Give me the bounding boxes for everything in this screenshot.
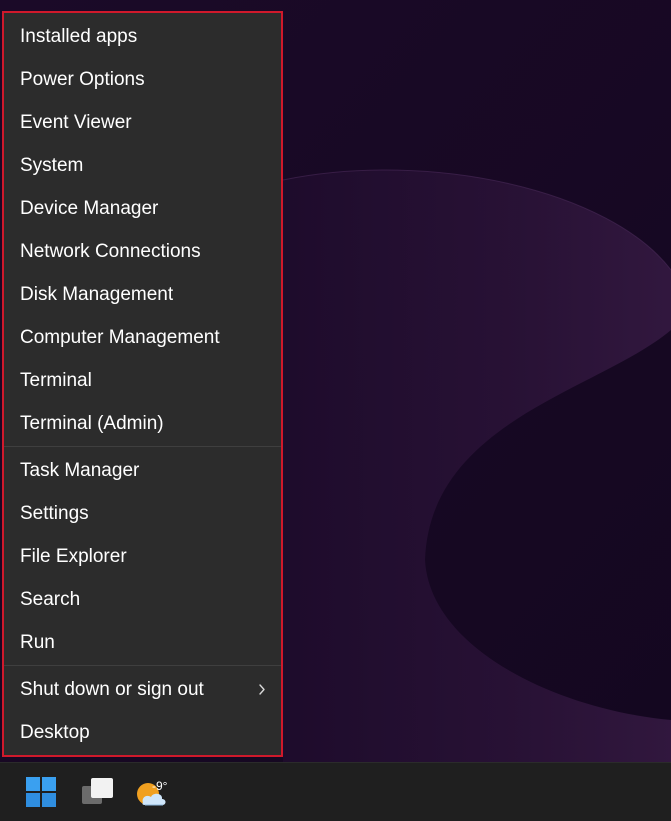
menu-item-disk-management[interactable]: Disk Management bbox=[4, 273, 281, 316]
menu-item-desktop[interactable]: Desktop bbox=[4, 711, 281, 754]
task-view-button[interactable] bbox=[77, 772, 117, 812]
desktop: Installed apps Power Options Event Viewe… bbox=[0, 0, 671, 821]
windows-logo-icon bbox=[21, 777, 61, 816]
menu-item-label: Shut down or sign out bbox=[20, 679, 204, 700]
menu-item-network-connections[interactable]: Network Connections bbox=[4, 230, 281, 273]
menu-item-terminal-admin[interactable]: Terminal (Admin) bbox=[4, 402, 281, 445]
menu-item-settings[interactable]: Settings bbox=[4, 492, 281, 535]
menu-section-system-tools: Installed apps Power Options Event Viewe… bbox=[4, 15, 281, 445]
menu-item-run[interactable]: Run bbox=[4, 621, 281, 664]
menu-section-session: Shut down or sign out Desktop bbox=[4, 668, 281, 754]
menu-item-task-manager[interactable]: Task Manager bbox=[4, 449, 281, 492]
menu-item-system[interactable]: System bbox=[4, 144, 281, 187]
menu-item-power-options[interactable]: Power Options bbox=[4, 58, 281, 101]
weather-temperature: -9° bbox=[152, 779, 168, 793]
menu-item-terminal[interactable]: Terminal bbox=[4, 359, 281, 402]
taskbar: -9° bbox=[0, 762, 671, 821]
menu-item-device-manager[interactable]: Device Manager bbox=[4, 187, 281, 230]
start-button[interactable] bbox=[21, 772, 61, 812]
weather-widget[interactable]: -9° bbox=[133, 772, 181, 812]
menu-item-event-viewer[interactable]: Event Viewer bbox=[4, 101, 281, 144]
menu-section-apps: Task Manager Settings File Explorer Sear… bbox=[4, 449, 281, 664]
menu-item-computer-management[interactable]: Computer Management bbox=[4, 316, 281, 359]
menu-item-file-explorer[interactable]: File Explorer bbox=[4, 535, 281, 578]
menu-divider bbox=[4, 665, 281, 666]
menu-item-search[interactable]: Search bbox=[4, 578, 281, 621]
quick-link-menu: Installed apps Power Options Event Viewe… bbox=[2, 11, 283, 757]
menu-item-shut-down-or-sign-out[interactable]: Shut down or sign out bbox=[4, 668, 281, 711]
menu-item-installed-apps[interactable]: Installed apps bbox=[4, 15, 281, 58]
task-view-icon bbox=[77, 778, 117, 816]
menu-divider bbox=[4, 446, 281, 447]
